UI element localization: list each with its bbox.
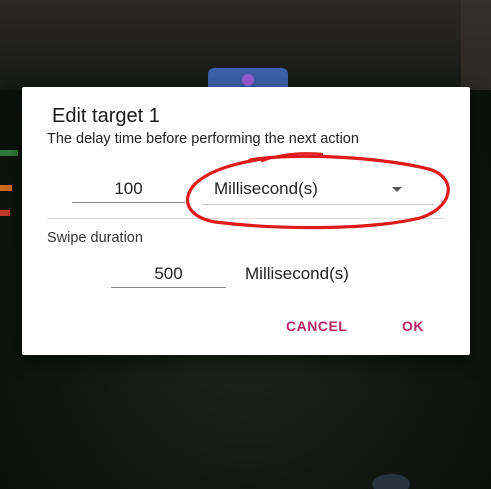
swipe-duration-label: Swipe duration xyxy=(47,230,143,246)
background-icon xyxy=(242,74,254,86)
delay-unit-select[interactable]: Millisecond(s) xyxy=(214,176,420,202)
select-underline xyxy=(202,204,434,205)
delay-unit-label: Millisecond(s) xyxy=(214,179,318,198)
screen: Edit target 1 The delay time before perf… xyxy=(0,0,491,489)
chevron-down-icon xyxy=(392,187,402,192)
swipe-duration-input[interactable]: 500 xyxy=(111,261,226,288)
edit-target-dialog: Edit target 1 The delay time before perf… xyxy=(22,87,470,355)
background-app-edge xyxy=(461,0,491,90)
swipe-unit-label: Millisecond(s) xyxy=(245,264,349,283)
divider xyxy=(47,218,445,219)
dialog-title: Edit target 1 xyxy=(52,105,160,127)
background-side-mark xyxy=(0,210,10,216)
background-side-mark xyxy=(0,150,18,156)
background-bottom-icon xyxy=(372,474,410,489)
delay-description: The delay time before performing the nex… xyxy=(47,131,359,147)
ok-button[interactable]: OK xyxy=(402,318,424,334)
cancel-button[interactable]: CANCEL xyxy=(286,318,347,334)
delay-input[interactable]: 100 xyxy=(72,176,185,203)
background-side-mark xyxy=(0,185,12,191)
